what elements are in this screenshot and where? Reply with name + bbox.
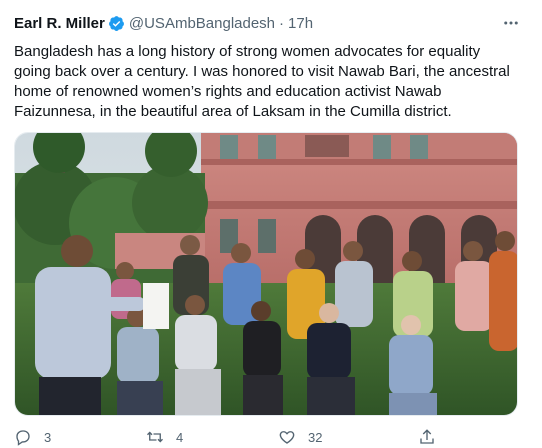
share-button[interactable] bbox=[418, 428, 448, 446]
separator-dot: · bbox=[279, 14, 285, 32]
reply-button[interactable]: 3 bbox=[14, 428, 51, 446]
display-name[interactable]: Earl R. Miller bbox=[14, 15, 105, 32]
retweet-icon bbox=[147, 431, 163, 443]
tweet-card[interactable]: Earl R. Miller @USAmbBangladesh · 17h Ba… bbox=[0, 0, 542, 446]
retweet-button[interactable]: 4 bbox=[146, 428, 183, 446]
retweet-count: 4 bbox=[176, 429, 184, 445]
group-photo-image bbox=[15, 133, 517, 415]
reply-count: 3 bbox=[44, 429, 52, 445]
share-icon bbox=[420, 429, 434, 444]
reply-icon bbox=[16, 430, 30, 446]
user-handle[interactable]: @USAmbBangladesh bbox=[129, 15, 275, 32]
like-count: 32 bbox=[308, 429, 323, 445]
more-options-icon[interactable] bbox=[502, 14, 520, 32]
tweet-text: Bangladesh has a long history of strong … bbox=[14, 43, 510, 120]
tweet-header: Earl R. Miller @USAmbBangladesh · 17h bbox=[14, 12, 313, 34]
verified-badge-icon bbox=[108, 15, 124, 31]
tweet-actions: 3 4 32 bbox=[14, 428, 518, 448]
timestamp[interactable]: 17h bbox=[288, 15, 313, 32]
like-button[interactable]: 32 bbox=[278, 428, 322, 446]
heart-icon bbox=[279, 431, 295, 444]
tweet-photo[interactable] bbox=[14, 132, 518, 416]
